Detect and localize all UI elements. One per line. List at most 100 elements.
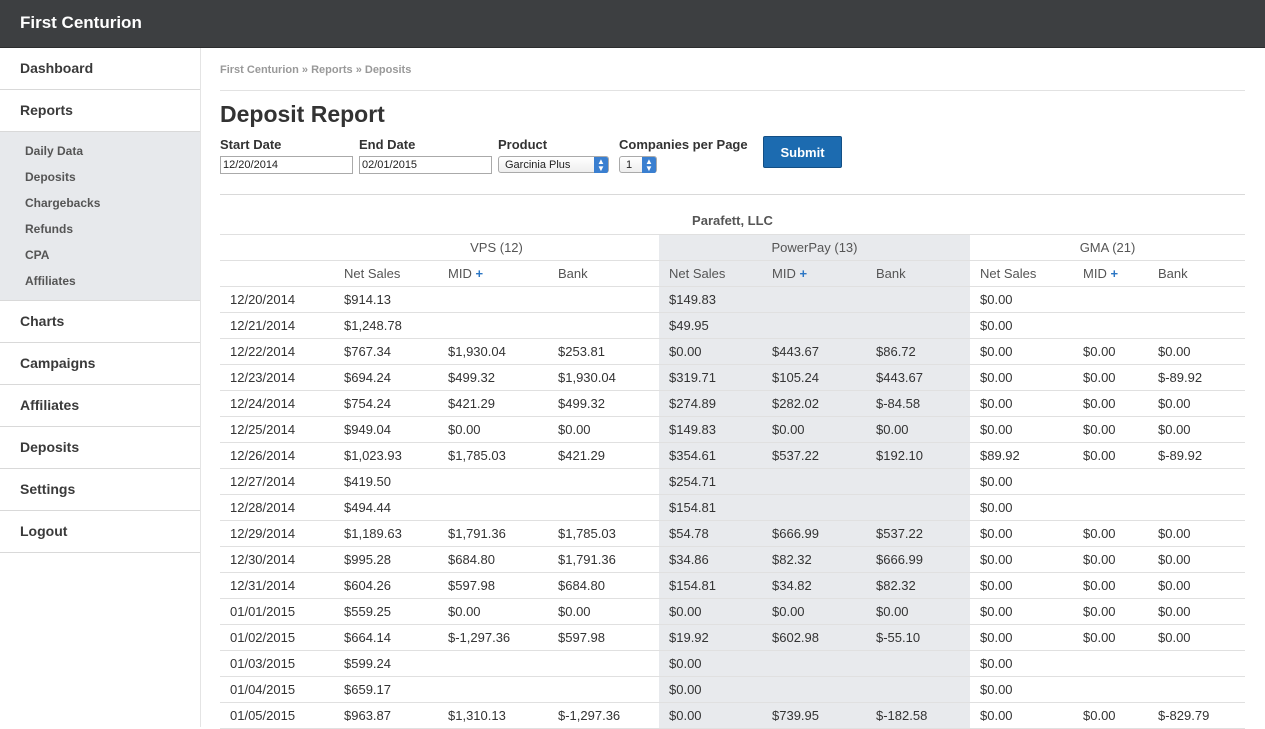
app-title[interactable]: First Centurion <box>0 0 1265 48</box>
powerpay-bank-cell: $0.00 <box>866 416 970 443</box>
vps-mid-cell: $-1,297.36 <box>438 624 548 651</box>
date-cell: 12/20/2014 <box>220 286 334 313</box>
powerpay-bank-cell <box>866 312 970 339</box>
vps-mid-cell: $1,791.36 <box>438 520 548 547</box>
breadcrumb-current[interactable]: Deposits <box>365 64 411 76</box>
gma-mid-cell <box>1073 494 1148 521</box>
powerpay-net-sales-cell: $34.86 <box>659 546 762 573</box>
breadcrumb-reports[interactable]: Reports <box>311 64 353 76</box>
subnav-item-chargebacks[interactable]: Chargebacks <box>0 190 200 216</box>
breadcrumb: First Centurion » Reports » Deposits <box>220 48 1245 91</box>
gma-net-sales-cell: $0.00 <box>970 650 1073 677</box>
vps-net-sales-cell: $995.28 <box>334 546 438 573</box>
product-select-value: Garcinia Plus <box>505 159 571 171</box>
vps-mid-cell: $421.29 <box>438 390 548 417</box>
sidebar-item-logout[interactable]: Logout <box>0 511 200 553</box>
sidebar-item-reports[interactable]: Reports <box>0 90 200 132</box>
group-header-spacer <box>220 234 334 261</box>
powerpay-net-sales-cell: $49.95 <box>659 312 762 339</box>
end-date-field: End Date <box>359 137 492 174</box>
vps-net-sales-cell: $559.25 <box>334 598 438 625</box>
powerpay-bank-cell <box>866 494 970 521</box>
powerpay-mid-cell: $34.82 <box>762 572 866 599</box>
sidebar-item-charts[interactable]: Charts <box>0 301 200 343</box>
table-row: 01/02/2015 $664.14 $-1,297.36 $597.98 $19.92… <box>220 624 1245 651</box>
mid-expand-plus-icon[interactable]: + <box>1110 266 1118 281</box>
product-label: Product <box>498 137 548 152</box>
table-body: 12/20/2014 $914.13 $149.83 $0.00 12/21/2014 $… <box>220 286 1245 729</box>
vps-bank-cell: $253.81 <box>548 338 659 365</box>
gma-net-sales-cell: $0.00 <box>970 286 1073 313</box>
gma-mid-cell: $0.00 <box>1073 624 1148 651</box>
vps-net-sales-cell: $1,189.63 <box>334 520 438 547</box>
subnav-item-cpa[interactable]: CPA <box>0 242 200 268</box>
submit-button[interactable]: Submit <box>763 136 842 168</box>
date-cell: 12/24/2014 <box>220 390 334 417</box>
bank-header: Bank <box>548 260 659 287</box>
gma-mid-cell <box>1073 468 1148 495</box>
subnav-item-deposits[interactable]: Deposits <box>0 164 200 190</box>
mid-expand-plus-icon[interactable]: + <box>475 266 483 281</box>
table-row: 12/20/2014 $914.13 $149.83 $0.00 <box>220 286 1245 313</box>
product-select[interactable]: Garcinia Plus ▲ ▼ <box>498 156 609 173</box>
companies-per-page-select[interactable]: 1 ▲ ▼ <box>619 156 657 173</box>
gma-mid-cell: $0.00 <box>1073 520 1148 547</box>
gma-net-sales-cell: $0.00 <box>970 598 1073 625</box>
vps-bank-cell: $421.29 <box>548 442 659 469</box>
date-cell: 12/23/2014 <box>220 364 334 391</box>
companies-select-value: 1 <box>626 159 633 171</box>
sidebar-item-deposits[interactable]: Deposits <box>0 427 200 469</box>
group-header-powerpay: PowerPay (13) <box>659 234 970 261</box>
subnav-item-affiliates[interactable]: Affiliates <box>0 268 200 294</box>
table-row: 01/05/2015 $963.87 $1,310.13 $-1,297.36 $0.0… <box>220 702 1245 729</box>
vps-mid-cell: $0.00 <box>438 416 548 443</box>
table-row: 12/25/2014 $949.04 $0.00 $0.00 $149.83 $0.00 $… <box>220 416 1245 443</box>
vps-bank-cell: $1,930.04 <box>548 364 659 391</box>
sidebar-item-affiliates[interactable]: Affiliates <box>0 385 200 427</box>
powerpay-bank-cell: $537.22 <box>866 520 970 547</box>
gma-net-sales-cell: $0.00 <box>970 676 1073 703</box>
sidebar-item-campaigns[interactable]: Campaigns <box>0 343 200 385</box>
vps-mid-cell: $597.98 <box>438 572 548 599</box>
gma-mid-cell <box>1073 286 1148 313</box>
gma-mid-cell: $0.00 <box>1073 546 1148 573</box>
filter-form: Start Date End Date Product Garcinia Plu… <box>220 136 1245 195</box>
gma-bank-cell: $0.00 <box>1148 598 1245 625</box>
powerpay-mid-cell: $443.67 <box>762 338 866 365</box>
table-row: 12/30/2014 $995.28 $684.80 $1,791.36 $34.86 $… <box>220 546 1245 573</box>
table-row: 01/04/2015 $659.17 $0.00 $0.00 <box>220 676 1245 703</box>
vps-mid-cell <box>438 650 548 677</box>
subnav-item-daily-data[interactable]: Daily Data <box>0 138 200 164</box>
subnav-item-refunds[interactable]: Refunds <box>0 216 200 242</box>
deposit-table: Parafett, LLC VPS (12) PowerPay (13) GMA… <box>220 207 1245 729</box>
gma-mid-cell <box>1073 312 1148 339</box>
gma-bank-cell <box>1148 286 1245 313</box>
gma-mid-cell <box>1073 650 1148 677</box>
start-date-input[interactable] <box>220 156 353 174</box>
powerpay-mid-cell: $739.95 <box>762 702 866 729</box>
gma-bank-cell: $-89.92 <box>1148 442 1245 469</box>
end-date-input[interactable] <box>359 156 492 174</box>
net-sales-header: Net Sales <box>334 260 438 287</box>
gma-bank-cell <box>1148 676 1245 703</box>
table-row: 12/22/2014 $767.34 $1,930.04 $253.81 $0.00 $4… <box>220 338 1245 365</box>
sidebar-item-dashboard[interactable]: Dashboard <box>0 48 200 90</box>
sidebar-item-settings[interactable]: Settings <box>0 469 200 511</box>
vps-mid-cell <box>438 468 548 495</box>
vps-net-sales-cell: $767.34 <box>334 338 438 365</box>
mid-expand-plus-icon[interactable]: + <box>799 266 807 281</box>
date-column-header <box>220 260 334 287</box>
gma-mid-cell: $0.00 <box>1073 338 1148 365</box>
powerpay-bank-cell <box>866 676 970 703</box>
powerpay-bank-cell <box>866 286 970 313</box>
vps-mid-cell <box>438 312 548 339</box>
date-cell: 01/03/2015 <box>220 650 334 677</box>
gma-bank-cell <box>1148 468 1245 495</box>
table-row: 12/29/2014 $1,189.63 $1,791.36 $1,785.03 $54… <box>220 520 1245 547</box>
gma-bank-cell: $0.00 <box>1148 520 1245 547</box>
powerpay-mid-cell: $0.00 <box>762 416 866 443</box>
powerpay-mid-cell <box>762 468 866 495</box>
vps-mid-cell <box>438 286 548 313</box>
breadcrumb-home[interactable]: First Centurion <box>220 64 299 76</box>
powerpay-net-sales-cell: $154.81 <box>659 494 762 521</box>
